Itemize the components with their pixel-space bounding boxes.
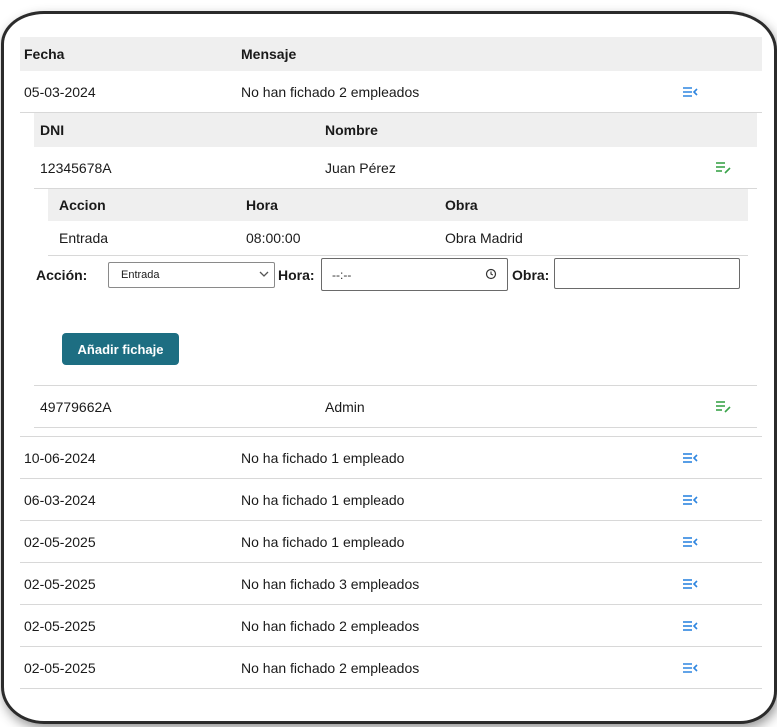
expand-icon[interactable] (681, 605, 699, 646)
nombre-cell: Admin (325, 398, 365, 415)
mensaje-cell: No han fichado 2 empleados (241, 83, 420, 100)
header-nombre: Nombre (325, 122, 378, 138)
accion-cell: Entrada (59, 230, 109, 246)
mensaje-cell: No han fichado 2 empleados (241, 617, 420, 634)
obra-cell: Obra Madrid (445, 230, 523, 246)
obra-label: Obra: (512, 267, 550, 283)
fichaje-row: Entrada 08:00:00 Obra Madrid (48, 221, 748, 256)
obra-input[interactable] (554, 258, 740, 289)
employee-row: 49779662A Admin (34, 385, 757, 428)
fecha-cell: 10-06-2024 (24, 449, 96, 466)
expand-icon[interactable] (681, 437, 699, 478)
mensaje-cell: No ha fichado 1 empleado (241, 533, 405, 550)
nombre-cell: Juan Pérez (325, 159, 396, 176)
mensaje-cell: No han fichado 2 empleados (241, 659, 420, 676)
expand-icon[interactable] (681, 71, 699, 112)
edit-icon[interactable] (714, 386, 732, 427)
table-row: 02-05-2025 No ha fichado 1 empleado (20, 521, 762, 563)
mensaje-cell: No ha fichado 1 empleado (241, 449, 405, 466)
header-accion: Accion (59, 197, 106, 213)
expand-icon[interactable] (681, 521, 699, 562)
table-row: 10-06-2024 No ha fichado 1 empleado (20, 436, 762, 479)
fecha-cell: 06-03-2024 (24, 491, 96, 508)
hora-input[interactable]: --:-- (321, 258, 508, 291)
dni-cell: 49779662A (40, 398, 112, 415)
chevron-down-icon (259, 271, 269, 277)
header-mensaje: Mensaje (241, 46, 297, 62)
header-hora: Hora (246, 197, 278, 213)
mensaje-cell: No han fichado 3 empleados (241, 575, 420, 592)
fichajes-table: Accion Hora Obra Entrada 08:00:00 Obra M… (48, 189, 748, 256)
dni-cell: 12345678A (40, 159, 112, 176)
card: Fecha Mensaje 05-03-2024 No han fichado … (4, 14, 774, 721)
header-dni: DNI (40, 122, 65, 138)
fecha-cell: 02-05-2025 (24, 575, 96, 592)
fichaje-form: Acción: Entrada Hora: --:-- Obra: (34, 256, 757, 296)
expand-icon[interactable] (681, 647, 699, 688)
header-fecha: Fecha (24, 46, 65, 62)
fecha-cell: 02-05-2025 (24, 659, 96, 676)
table-row: 02-05-2025 No han fichado 2 empleados (20, 605, 762, 647)
table-row: 02-05-2025 No han fichado 2 empleados (20, 647, 762, 689)
avisos-table: Fecha Mensaje 05-03-2024 No han fichado … (20, 37, 762, 689)
hora-label: Hora: (278, 267, 315, 283)
table-header: Fecha Mensaje (20, 37, 762, 71)
accion-label: Acción: (36, 267, 88, 283)
fecha-cell: 05-03-2024 (24, 83, 96, 100)
employees-table: DNI Nombre 12345678A Juan Pérez Accion H… (34, 113, 757, 428)
header-obra: Obra (445, 197, 478, 213)
fecha-cell: 02-05-2025 (24, 533, 96, 550)
mensaje-cell: No ha fichado 1 empleado (241, 491, 405, 508)
employee-row: 12345678A Juan Pérez (34, 147, 757, 189)
fecha-cell: 02-05-2025 (24, 617, 96, 634)
hora-cell: 08:00:00 (246, 230, 301, 246)
fichajes-header: Accion Hora Obra (48, 189, 748, 221)
add-fichaje-button[interactable]: Añadir fichaje (62, 333, 179, 365)
expand-icon[interactable] (681, 563, 699, 604)
table-row: 06-03-2024 No ha fichado 1 empleado (20, 479, 762, 521)
expand-icon[interactable] (681, 479, 699, 520)
accion-select[interactable]: Entrada (108, 262, 275, 288)
table-row: 05-03-2024 No han fichado 2 empleados (20, 71, 762, 113)
form-actions: Añadir fichaje (34, 296, 757, 385)
table-row: 02-05-2025 No han fichado 3 empleados (20, 563, 762, 605)
hora-placeholder: --:-- (332, 267, 352, 282)
employees-header: DNI Nombre (34, 113, 757, 147)
edit-icon[interactable] (714, 147, 732, 188)
accion-select-value: Entrada (121, 269, 160, 281)
clock-icon[interactable] (485, 268, 497, 280)
